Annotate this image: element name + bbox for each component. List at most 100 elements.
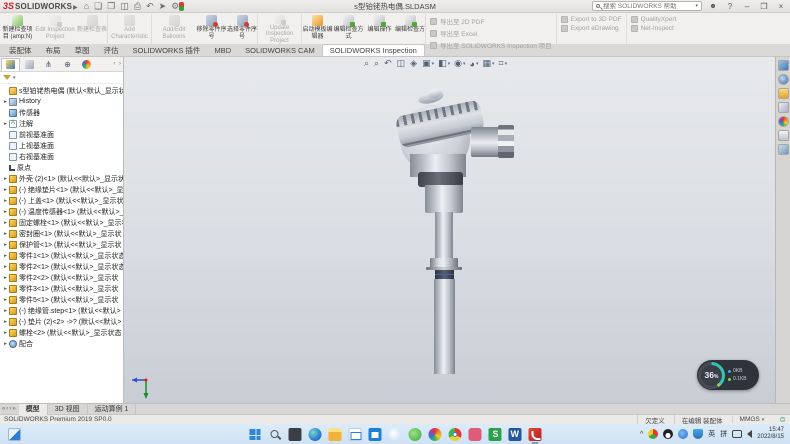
expand-arrow-icon[interactable]: ▸ bbox=[2, 264, 9, 270]
headsup-icon[interactable]: ⌕ bbox=[374, 58, 380, 69]
headsup-icon[interactable]: ◈ bbox=[410, 58, 418, 69]
headsup-icon[interactable]: ⌗ ▾ bbox=[499, 58, 508, 69]
taskbar-icon[interactable] bbox=[249, 428, 262, 441]
expand-arrow-icon[interactable]: ▸ bbox=[2, 99, 9, 105]
task-pane-icon[interactable] bbox=[778, 102, 789, 113]
headsup-icon[interactable]: ◕ ▾ bbox=[470, 59, 479, 69]
graphics-viewport[interactable]: ⌕ ⌕ ↶ ◫ bbox=[124, 57, 775, 414]
app-tray-icon[interactable] bbox=[678, 429, 688, 439]
export-menu-item[interactable]: Export eDrawing bbox=[561, 25, 622, 32]
tree-item[interactable]: 上视基准面 bbox=[0, 140, 123, 151]
expand-arrow-icon[interactable]: ▸ bbox=[2, 121, 9, 127]
tree-item[interactable]: ▸ (-) 垫片 (2)<2> ->? (默认<<默认> bbox=[0, 316, 123, 327]
status-item[interactable]: MMGS ▾ bbox=[732, 416, 772, 423]
search-caret-icon[interactable]: ▾ bbox=[695, 3, 698, 9]
configurationmanager-tab[interactable]: ⋔ bbox=[39, 58, 58, 71]
qat-icon[interactable]: ⚙ bbox=[171, 1, 179, 12]
ribbon-button[interactable]: Edit Inspection Project bbox=[33, 14, 77, 44]
tree-item[interactable]: ▸ (-) 温度传感器<1> (默认<<默认>_ bbox=[0, 206, 123, 217]
qat-icon[interactable]: ➤ bbox=[159, 1, 167, 12]
qat-icon[interactable]: ❐ bbox=[107, 1, 115, 12]
tree-item[interactable]: ▸ 注解 bbox=[0, 118, 123, 129]
ribbon-button[interactable]: 启动模板编辑器 bbox=[302, 14, 333, 44]
close-button[interactable]: × bbox=[775, 2, 787, 11]
status-item[interactable]: 欠定义 bbox=[637, 415, 674, 425]
displaymanager-tab[interactable] bbox=[77, 58, 96, 71]
qat-icon[interactable]: ⌂ bbox=[84, 1, 89, 11]
taskbar-icon[interactable] bbox=[289, 428, 302, 441]
task-pane-icon[interactable] bbox=[778, 144, 789, 155]
headsup-icon[interactable]: ◉ ▾ bbox=[454, 58, 465, 69]
taskbar-icon[interactable] bbox=[489, 428, 502, 441]
expand-arrow-icon[interactable]: ▸ bbox=[2, 220, 9, 226]
help-search-box[interactable]: ▾ bbox=[592, 1, 702, 11]
tree-item[interactable]: 前视基准面 bbox=[0, 129, 123, 140]
taskbar-icon[interactable] bbox=[509, 428, 522, 441]
expand-arrow-icon[interactable]: ▸ bbox=[2, 286, 9, 292]
tree-item[interactable]: ▸ 密封圈<1> (默认<<默认>_显示状 bbox=[0, 228, 123, 239]
login-icon[interactable]: ☻ bbox=[707, 3, 719, 10]
tree-item[interactable]: ▸ 零件1<1> (默认<<默认>_显示状态 bbox=[0, 250, 123, 261]
expand-arrow-icon[interactable]: ▸ bbox=[2, 187, 9, 193]
tree-item[interactable]: ▸ (-) 绝缘垫片<1> (默认<<默认>_显 bbox=[0, 184, 123, 195]
tree-item[interactable]: ▸ 零件5<1> (默认<<默认>_显示状 bbox=[0, 294, 123, 305]
expand-arrow-icon[interactable]: ▸ bbox=[2, 231, 9, 237]
model-tab[interactable]: 运动算例 1 bbox=[88, 404, 137, 415]
ribbon-tab[interactable]: SOLIDWORKS Inspection bbox=[322, 44, 425, 56]
qat-icon[interactable]: ❏ bbox=[94, 1, 102, 12]
status-item[interactable]: 在编辑 装配体 bbox=[674, 415, 732, 425]
tree-item[interactable]: ▸ 螺栓<2> (默认<<默认>_显示状态 bbox=[0, 327, 123, 338]
widgets-button[interactable] bbox=[8, 428, 21, 441]
headsup-icon[interactable]: ◧ ▾ bbox=[438, 58, 450, 69]
qat-icon[interactable]: ↶ bbox=[146, 1, 154, 12]
ribbon-button[interactable]: 编辑检查方式 bbox=[333, 14, 364, 44]
task-pane-icon[interactable] bbox=[778, 74, 789, 85]
ribbon-tab[interactable]: SOLIDWORKS 插件 bbox=[126, 44, 208, 56]
expand-arrow-icon[interactable]: ▸ bbox=[2, 319, 9, 325]
thermocouple-model[interactable] bbox=[376, 90, 516, 390]
featuremanager-tab[interactable] bbox=[1, 58, 20, 71]
expand-arrow-icon[interactable]: ▸ bbox=[2, 308, 9, 314]
taskbar-icon[interactable] bbox=[269, 428, 282, 441]
taskbar-icon[interactable] bbox=[329, 428, 342, 441]
logo-flyout-arrow[interactable]: ▶ bbox=[73, 4, 78, 11]
taskbar-icon[interactable] bbox=[389, 428, 402, 441]
expand-arrow-icon[interactable]: ▸ bbox=[2, 242, 9, 248]
screen-recorder-widget[interactable]: 36% 0KB 0.1KB bbox=[697, 360, 759, 390]
ribbon-button[interactable]: 编辑检查方 bbox=[395, 14, 426, 44]
export-menu-item[interactable]: Net-Inspect bbox=[631, 25, 677, 32]
tree-item[interactable]: 传感器 bbox=[0, 107, 123, 118]
taskbar-icon[interactable] bbox=[369, 428, 382, 441]
tray-chevron-icon[interactable]: ^ bbox=[640, 431, 643, 438]
tree-item[interactable]: ▸ 保护管<1> (默认<<默认>_显示状 bbox=[0, 239, 123, 250]
task-pane-icon[interactable] bbox=[778, 60, 789, 71]
ribbon-tab[interactable]: SOLIDWORKS CAM bbox=[238, 44, 322, 56]
export-menu-item[interactable]: QualityXpert bbox=[631, 16, 677, 23]
ribbon-tab[interactable]: MBD bbox=[207, 44, 238, 56]
export-menu-item[interactable]: 导出至 SOLIDWORKS Inspection 项目 bbox=[430, 40, 552, 50]
restore-button[interactable]: ❐ bbox=[758, 2, 770, 11]
expand-arrow-icon[interactable]: ▸ bbox=[2, 209, 9, 215]
ime-language-indicator[interactable]: 英 bbox=[708, 429, 715, 439]
expand-arrow-icon[interactable]: ▸ bbox=[2, 297, 9, 303]
tree-item[interactable]: ▸ 零件2<2> (默认<<默认>_显示状 bbox=[0, 272, 123, 283]
model-tab[interactable]: 模型 bbox=[19, 404, 48, 415]
expand-arrow-icon[interactable]: ▸ bbox=[2, 176, 9, 182]
taskbar-icon[interactable] bbox=[429, 428, 442, 441]
taskbar-clock[interactable]: 15:47 2022/8/15 bbox=[757, 427, 784, 441]
taskbar-icon[interactable] bbox=[469, 428, 482, 441]
tree-item[interactable]: ▸ 配合 bbox=[0, 338, 123, 349]
security-shield-icon[interactable] bbox=[693, 429, 703, 439]
expand-arrow-icon[interactable]: ▸ bbox=[2, 330, 9, 336]
tree-item[interactable]: ▸ 外壳 (2)<1> (默认<<默认>_显示状 bbox=[0, 173, 123, 184]
taskbar-icon[interactable] bbox=[449, 428, 462, 441]
tree-item[interactable]: ▸ History bbox=[0, 96, 123, 107]
display-tray-icon[interactable] bbox=[732, 430, 742, 438]
tree-item[interactable]: ▸ (-) 上盖<1> (默认<<默认>_显示状 bbox=[0, 195, 123, 206]
headsup-icon[interactable]: ↶ bbox=[384, 58, 393, 69]
ime-mode-indicator[interactable]: 拼 bbox=[720, 429, 727, 439]
ribbon-button[interactable]: 移除零件序号 bbox=[196, 14, 227, 44]
taskbar-icon[interactable] bbox=[409, 428, 422, 441]
export-menu-item[interactable]: Export to 3D PDF bbox=[561, 16, 622, 23]
ribbon-button[interactable]: Add Characteristic bbox=[108, 14, 152, 44]
